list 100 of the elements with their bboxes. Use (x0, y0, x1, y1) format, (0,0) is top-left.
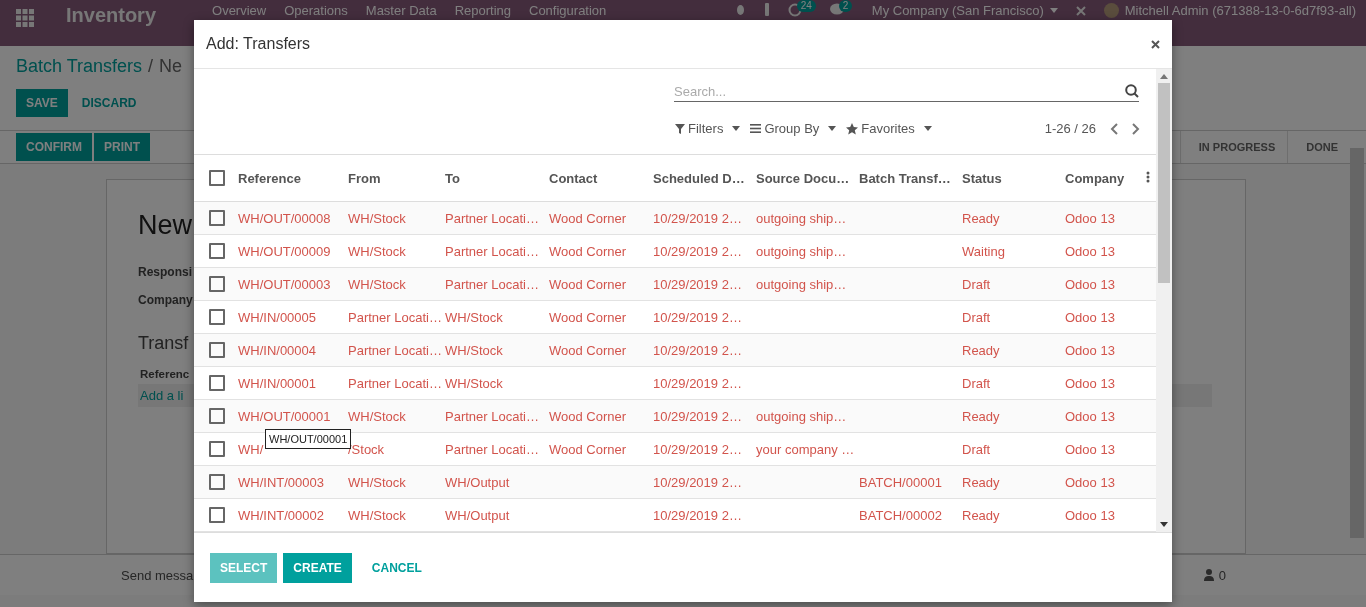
activity-icon[interactable] (787, 3, 802, 17)
filter-icon (675, 123, 685, 134)
checkbox[interactable] (209, 276, 225, 293)
action-button[interactable]: CONFIRM (16, 133, 92, 161)
filters-dropdown[interactable]: Filters (688, 121, 724, 136)
user-menu[interactable]: Mitchell Admin (671388-13-0-6d7f93-all) (1124, 3, 1356, 18)
column-header[interactable]: Batch Transf… (859, 170, 951, 186)
send-message-button[interactable]: Send messa (121, 567, 194, 583)
column-header[interactable]: From (348, 170, 381, 186)
scroll-down-icon[interactable] (1160, 522, 1168, 527)
caret-icon (1049, 8, 1058, 13)
table-cell: Odoo 13 (1065, 309, 1115, 325)
table-cell: Odoo 13 (1065, 408, 1115, 424)
company-switcher[interactable]: My Company (San Francisco) (871, 3, 1058, 18)
table-cell: 10/29/2019 2… (653, 342, 742, 358)
checkbox[interactable] (209, 170, 225, 187)
close-icon[interactable] (1151, 39, 1160, 49)
menu-item[interactable]: Configuration (529, 3, 607, 18)
table-cell: Partner Locati… (445, 408, 539, 424)
breadcrumb-link[interactable]: Batch Transfers (16, 56, 143, 77)
column-header[interactable]: To (445, 170, 460, 186)
table-cell: Wood Corner (549, 441, 627, 457)
checkbox[interactable] (209, 375, 225, 392)
table-cell: WH/OUT/00009 (238, 243, 331, 259)
checkbox[interactable] (209, 210, 225, 227)
chevron-left-icon[interactable] (1110, 122, 1118, 135)
table-cell: WH/OUT/00003 (238, 276, 331, 292)
table-cell: Odoo 13 (1065, 441, 1115, 457)
avatar (1103, 3, 1119, 18)
scrollbar[interactable] (1350, 148, 1364, 538)
save-button[interactable]: SAVE (16, 89, 68, 117)
search-field[interactable]: Search... (674, 83, 1125, 99)
chevron-right-icon[interactable] (1132, 122, 1140, 135)
app-title: Inventory (66, 3, 157, 27)
table-cell: Odoo 13 (1065, 375, 1115, 391)
table-cell: WH/Stock (348, 474, 406, 490)
table-cell: Draft (962, 276, 991, 292)
table-cell: WH/INT/00003 (238, 474, 324, 490)
status-stage[interactable]: IN PROGRESS (1179, 131, 1288, 163)
column-header[interactable]: Company (1065, 170, 1125, 186)
table-cell: WH/Stock (348, 210, 406, 226)
discard-button[interactable]: DISCARD (71, 89, 147, 117)
table-cell: Partner Locati… (445, 276, 539, 292)
favorites-dropdown[interactable]: Favorites (861, 121, 915, 136)
scrollbar[interactable] (1156, 69, 1172, 532)
message-count: 2 (838, 0, 853, 12)
apps-grid-icon[interactable] (16, 9, 34, 27)
table-cell: your company … (756, 441, 855, 457)
list-icon (750, 124, 762, 133)
column-header[interactable]: Source Docu… (756, 170, 850, 186)
menu-item[interactable]: Reporting (454, 3, 511, 18)
add-line-link[interactable]: Add a li (140, 388, 184, 403)
table-cell: WH/IN/00004 (238, 342, 317, 358)
star-icon (846, 122, 859, 135)
checkbox[interactable] (209, 441, 225, 458)
checkbox[interactable] (209, 342, 225, 359)
scroll-up-icon[interactable] (1160, 74, 1168, 79)
column-header[interactable]: Contact (549, 170, 598, 186)
follower-count: 0 (1218, 567, 1226, 583)
checkbox[interactable] (209, 474, 225, 491)
checkbox[interactable] (209, 309, 225, 326)
table-cell: Odoo 13 (1065, 474, 1115, 490)
create-button[interactable]: CREATE (283, 552, 352, 583)
table-cell: Odoo 13 (1065, 342, 1115, 358)
section-title: Transf (138, 333, 189, 354)
table-cell: Ready (962, 507, 1000, 523)
column-header[interactable]: Reference (238, 170, 301, 186)
search-icon[interactable] (1125, 84, 1139, 98)
field-label: Responsi (138, 265, 192, 279)
menu-item[interactable]: Master Data (365, 3, 437, 18)
checkbox[interactable] (209, 507, 225, 524)
menu-item[interactable]: Operations (284, 3, 348, 18)
column-header[interactable]: Scheduled D… (653, 170, 745, 186)
table-cell: 10/29/2019 2… (653, 309, 742, 325)
pager-value: 1-26 / 26 (1044, 121, 1096, 136)
person-icon[interactable] (1203, 569, 1214, 581)
table-cell: 10/29/2019 2… (653, 441, 742, 457)
dialog-title: Add: Transfers (206, 35, 311, 53)
table-cell: Draft (962, 441, 991, 457)
kebab-icon[interactable] (1146, 170, 1150, 183)
table-cell: Wood Corner (549, 276, 627, 292)
table-cell: WH/Stock (348, 507, 406, 523)
group-by-dropdown[interactable]: Group By (764, 121, 820, 136)
table-cell: Wood Corner (549, 309, 627, 325)
menu-item[interactable]: Overview (212, 3, 267, 18)
column-header: Referenc (139, 367, 191, 382)
table-cell: Wood Corner (549, 342, 627, 358)
checkbox[interactable] (209, 243, 225, 260)
table-cell: Draft (962, 375, 991, 391)
checkbox[interactable] (209, 408, 225, 425)
table-cell: WH/Output (445, 474, 510, 490)
table-cell: BATCH/00002 (859, 507, 942, 523)
cancel-button[interactable]: CANCEL (361, 552, 432, 583)
cross-icon[interactable] (1075, 6, 1086, 16)
column-header[interactable]: Status (962, 170, 1002, 186)
table-cell: Ready (962, 408, 1000, 424)
table-cell: WH/OUT/00001 (238, 408, 331, 424)
table-cell: Ready (962, 210, 1000, 226)
action-button[interactable]: PRINT (94, 133, 150, 161)
table-cell: Partner Locati… (445, 243, 539, 259)
